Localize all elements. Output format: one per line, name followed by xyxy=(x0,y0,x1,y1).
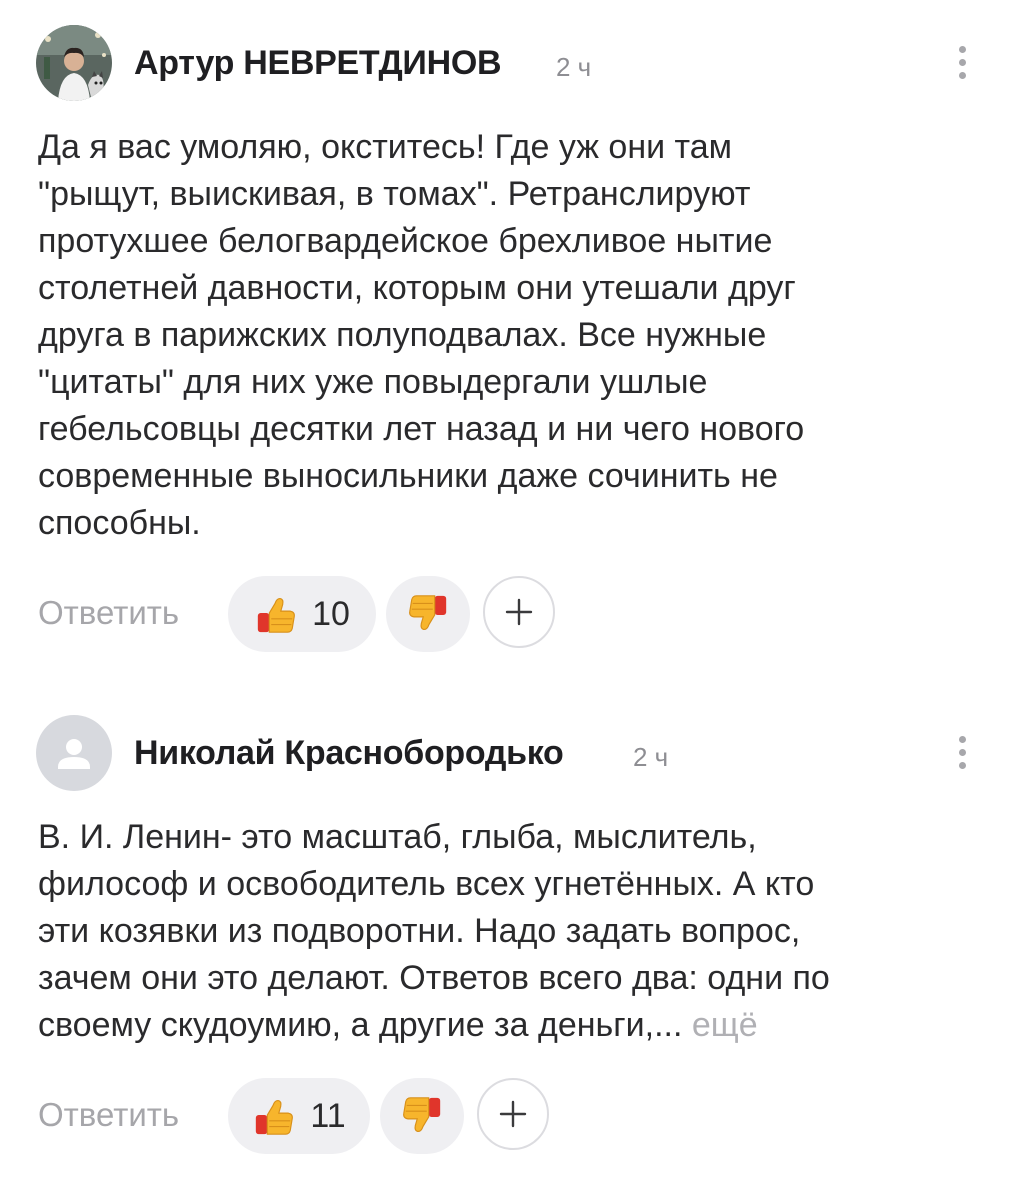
user-avatar[interactable] xyxy=(36,715,112,791)
comment-text: В. И. Ленин- это масштаб, глыба, мыслите… xyxy=(38,814,988,1049)
reply-button[interactable]: Ответить xyxy=(38,594,179,632)
timestamp: 2 ч xyxy=(633,742,669,772)
like-button[interactable]: 11 xyxy=(228,1078,370,1154)
dislike-button[interactable] xyxy=(386,576,470,652)
thumbs-down-icon xyxy=(409,595,447,631)
comment-body: Да я вас умоляю, окститесь! Где уж они т… xyxy=(38,128,805,542)
user-avatar[interactable] xyxy=(36,25,112,101)
more-options-icon[interactable] xyxy=(948,40,976,84)
avatar-photo-icon xyxy=(36,25,112,101)
thumbs-down-icon xyxy=(403,1097,441,1133)
timestamp: 2 ч xyxy=(556,52,592,82)
like-count: 10 xyxy=(312,594,350,633)
add-reaction-button[interactable] xyxy=(483,576,555,648)
reply-button[interactable]: Ответить xyxy=(38,1096,179,1134)
comment-text: Да я вас умоляю, окститесь! Где уж они т… xyxy=(38,124,988,547)
show-more-link[interactable]: ещё xyxy=(692,1006,758,1044)
more-options-icon[interactable] xyxy=(948,730,976,774)
default-user-icon xyxy=(36,715,112,791)
thumbs-up-icon xyxy=(257,597,295,633)
add-reaction-button[interactable] xyxy=(477,1078,549,1150)
comment-actions: Ответить 10 xyxy=(0,576,1018,652)
dislike-button[interactable] xyxy=(380,1078,464,1154)
author-name[interactable]: Николай Краснобородько xyxy=(134,734,564,773)
comment-actions: Ответить 11 xyxy=(0,1078,1018,1154)
thumbs-up-icon xyxy=(255,1099,294,1135)
like-count: 11 xyxy=(310,1096,346,1135)
author-name[interactable]: Артур НЕВРЕТДИНОВ xyxy=(134,44,502,83)
like-button[interactable]: 10 xyxy=(228,576,376,652)
plus-icon xyxy=(505,598,533,626)
plus-icon xyxy=(499,1100,527,1128)
